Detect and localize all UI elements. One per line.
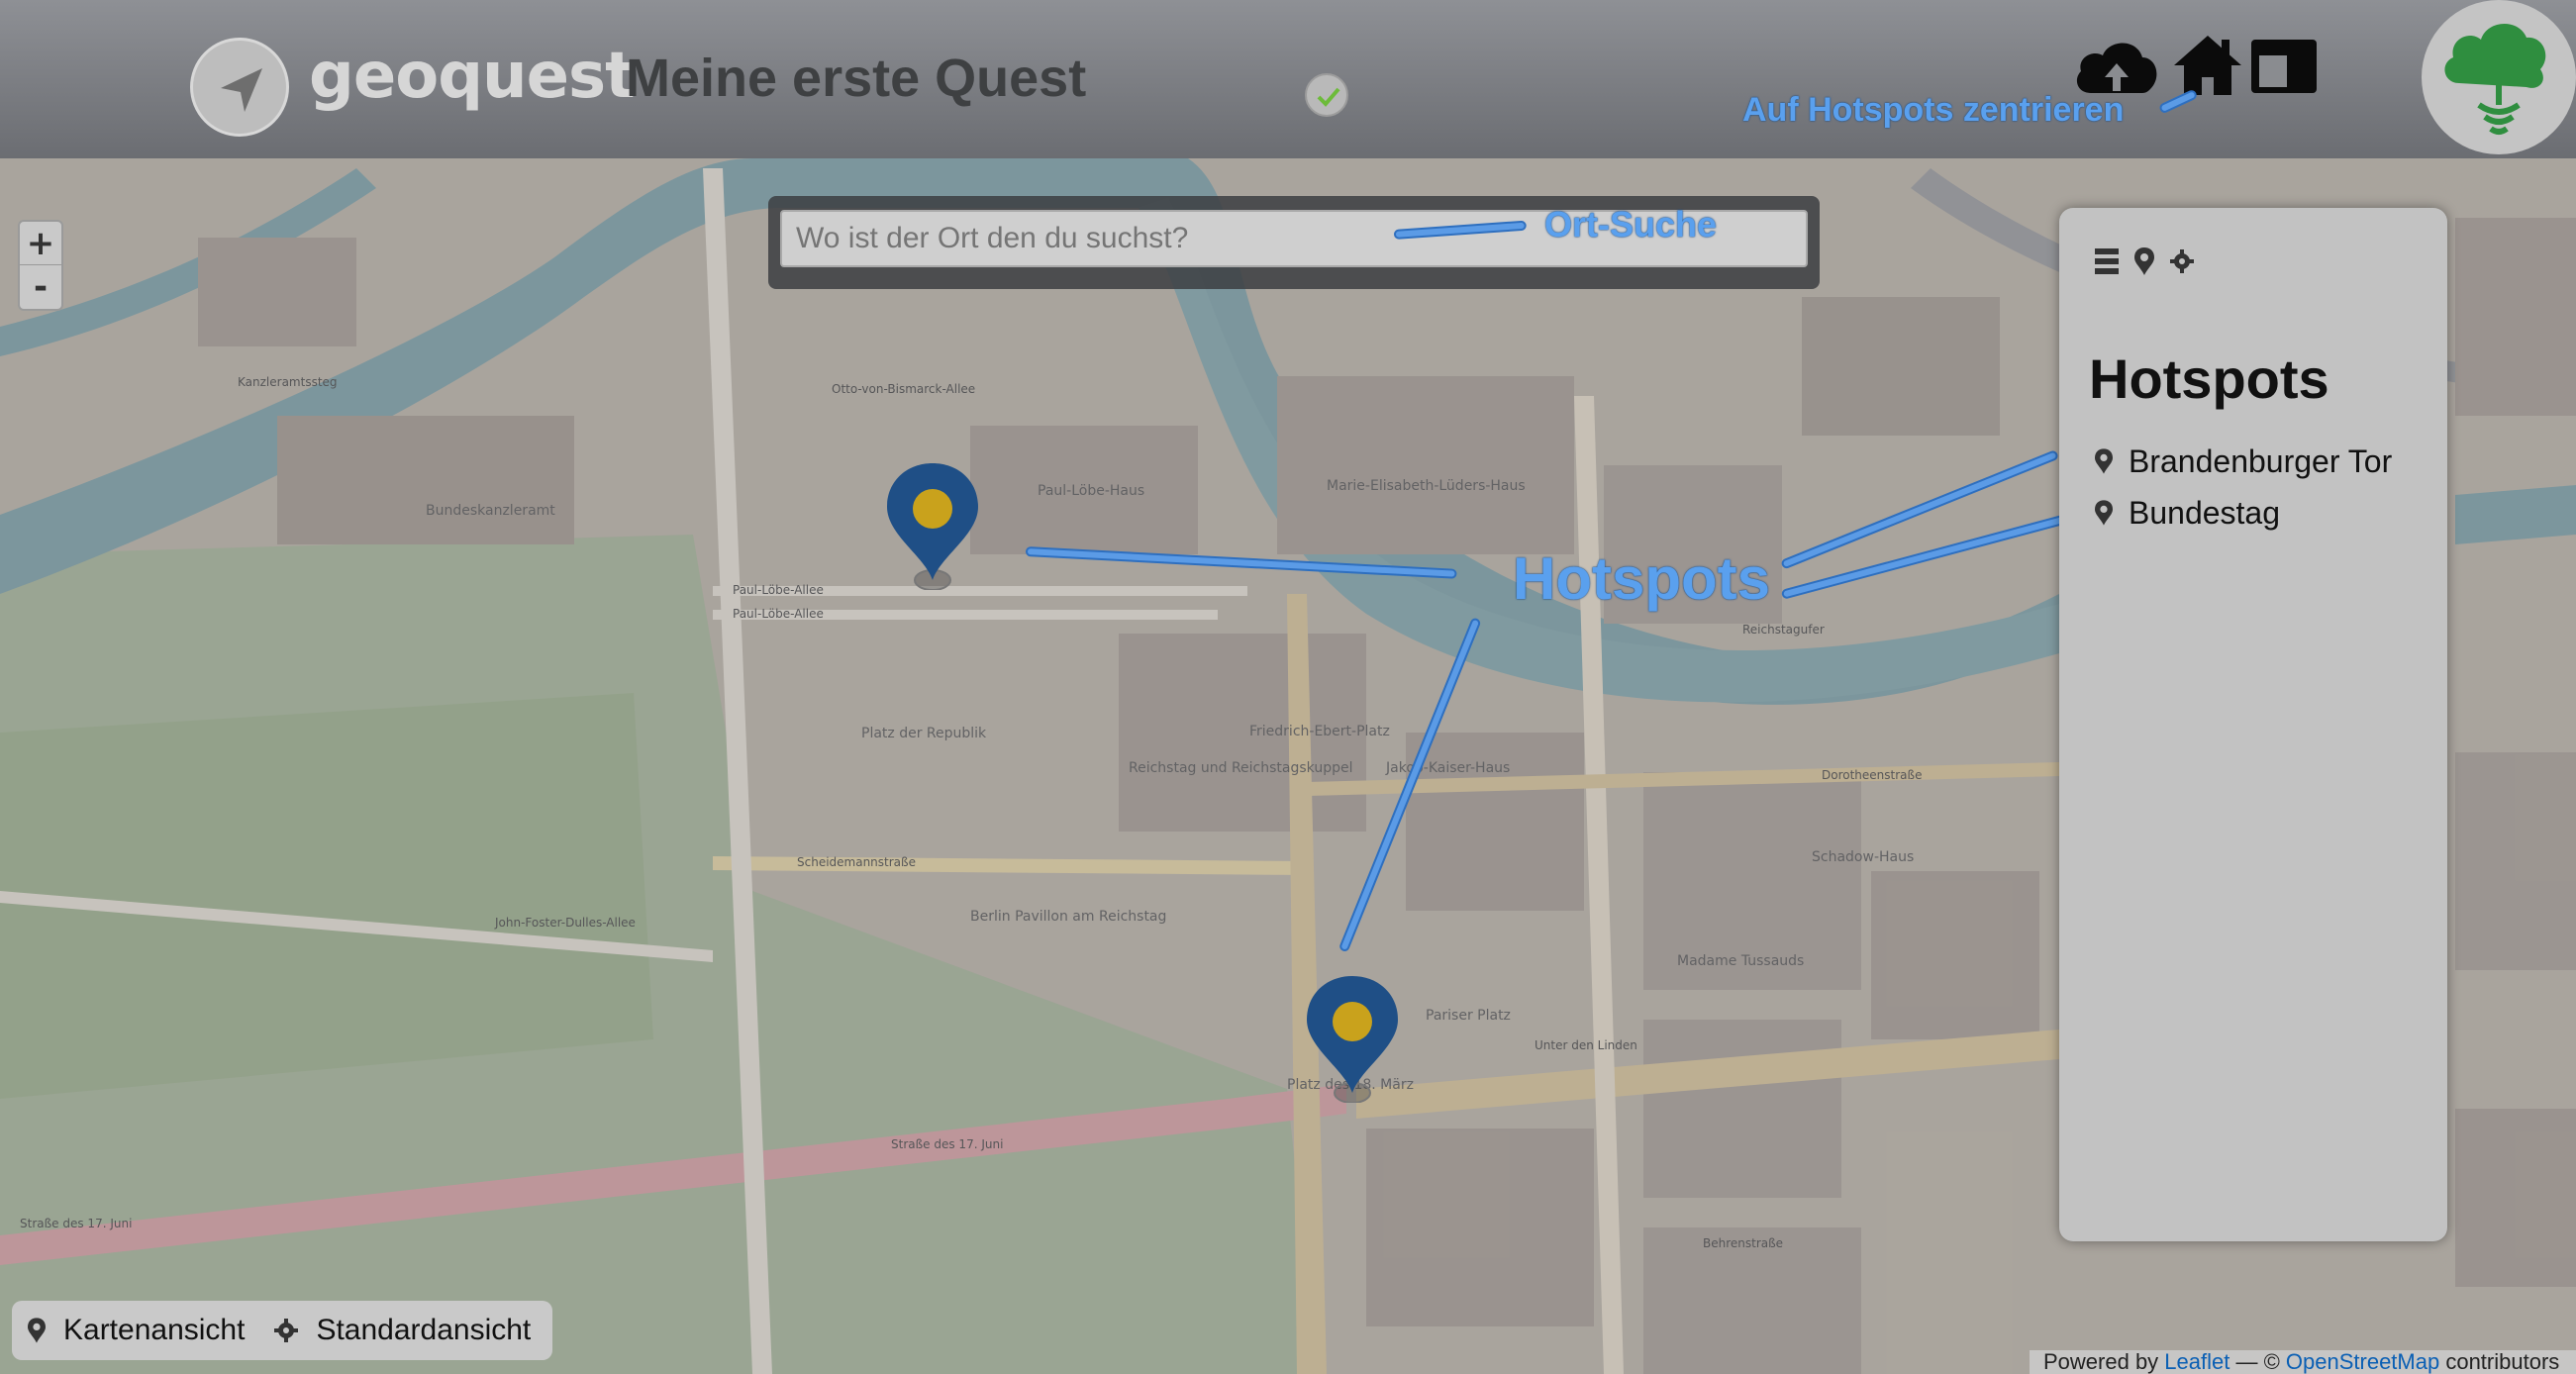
list-icon[interactable] [2095, 248, 2119, 274]
hotspot-list: Brandenburger Tor Bundestag [2095, 436, 2392, 539]
osm-link[interactable]: OpenStreetMap [2286, 1350, 2439, 1374]
gear-icon[interactable] [2170, 249, 2194, 273]
window-icon[interactable] [2249, 38, 2319, 95]
leaflet-link[interactable]: Leaflet [2164, 1350, 2229, 1374]
annotation-center-hotspots: Auf Hotspots zentrieren [1742, 91, 2125, 129]
quest-title[interactable]: Meine erste Quest [626, 48, 1086, 109]
view-switcher: Kartenansicht Standardansicht [12, 1301, 552, 1360]
home-icon[interactable] [2172, 34, 2243, 97]
map-attribution: Powered by Leaflet — © OpenStreetMap con… [2030, 1350, 2576, 1374]
standard-view-label: Standardansicht [316, 1314, 532, 1346]
hotspot-panel: Hotspots Brandenburger Tor Bundestag [2059, 208, 2447, 1241]
check-icon[interactable] [1305, 73, 1348, 117]
map-pin-icon[interactable] [2134, 247, 2154, 275]
panel-tabs [2095, 247, 2194, 275]
hotspot-marker-bundestag[interactable] [885, 461, 980, 590]
annotation-place-search: Ort-Suche [1544, 204, 1718, 245]
panel-title: Hotspots [2089, 347, 2329, 410]
hotspot-item[interactable]: Brandenburger Tor [2095, 436, 2392, 487]
attribution-prefix: Powered by [2043, 1350, 2165, 1374]
attribution-suffix: contributors [2439, 1350, 2560, 1374]
upload-cloud-icon[interactable] [2071, 34, 2162, 97]
attribution-separator: — © [2229, 1350, 2286, 1374]
zoom-control: + - [18, 220, 63, 311]
map-view-label: Kartenansicht [63, 1314, 246, 1346]
standard-view-option[interactable]: Standardansicht [274, 1314, 531, 1347]
zoom-out-button[interactable]: - [20, 265, 61, 309]
hotspot-name: Brandenburger Tor [2129, 442, 2393, 479]
hotspot-name: Bundestag [2129, 494, 2281, 531]
map-pin-icon [28, 1318, 46, 1343]
logo-arrow-icon[interactable] [190, 38, 289, 137]
map-pin-icon [2095, 500, 2113, 526]
app-header: geoquest Meine erste Quest Auf Hotspots … [0, 0, 2576, 158]
gear-icon [274, 1319, 299, 1342]
hotspot-item[interactable]: Bundestag [2095, 487, 2392, 539]
map-view-option[interactable]: Kartenansicht [28, 1314, 245, 1347]
hotspot-marker-brandenburger-tor[interactable] [1305, 974, 1400, 1103]
zoom-in-button[interactable]: + [20, 222, 61, 265]
cloud-signal-logo-icon [2422, 0, 2576, 154]
brand-name: geoquest [309, 40, 636, 113]
annotation-hotspots: Hotspots [1513, 545, 1770, 612]
map-pin-icon [2095, 448, 2113, 474]
